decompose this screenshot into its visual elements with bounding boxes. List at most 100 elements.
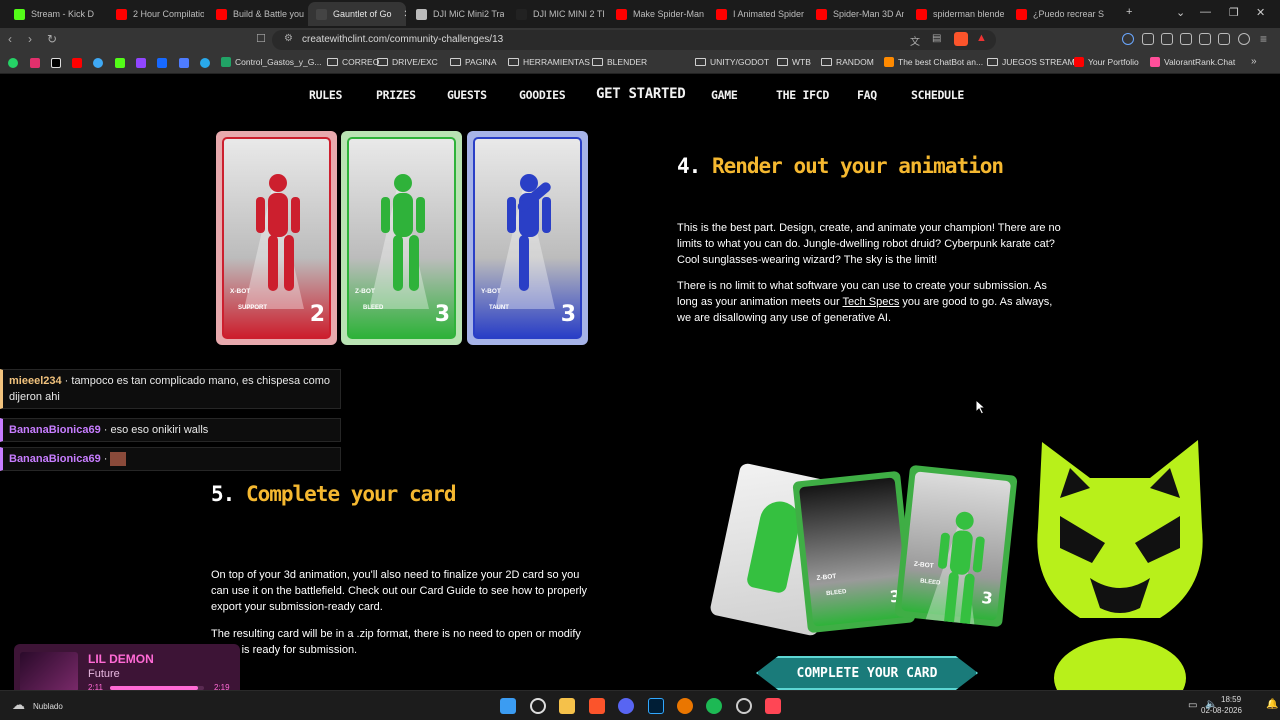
obs-icon[interactable] [736, 698, 752, 714]
forward-icon[interactable]: › [28, 32, 32, 46]
behance-icon[interactable] [157, 58, 167, 68]
section-number: 4. [677, 154, 701, 178]
vpn-icon[interactable] [1238, 33, 1250, 45]
media-icon[interactable] [1161, 33, 1173, 45]
profile-icon[interactable] [1122, 33, 1134, 45]
blender-icon[interactable] [677, 698, 693, 714]
bookmark-item[interactable]: CORREO [327, 57, 379, 67]
complete-your-card-button[interactable]: COMPLETE YOUR CARD [756, 656, 978, 690]
nav-goodies[interactable]: GOODIES [519, 88, 566, 102]
x-icon[interactable] [51, 58, 61, 68]
tab[interactable]: Spider-Man 3D An [808, 2, 904, 26]
tab[interactable]: 2 Hour Compilation [108, 2, 204, 26]
close-window-button[interactable]: ✕ [1256, 6, 1265, 19]
bookmark-item[interactable]: ValorantRank.Chat [1150, 57, 1235, 67]
maximize-button[interactable]: ❐ [1229, 6, 1239, 19]
nav-rules[interactable]: RULES [309, 88, 342, 102]
section-number: 5. [211, 482, 235, 506]
twitch-icon[interactable] [136, 58, 146, 68]
bookmark-label: PAGINA [465, 57, 497, 67]
folder-icon [987, 58, 998, 66]
tab[interactable]: I Animated Spider [708, 2, 804, 26]
youtube-icon[interactable] [72, 58, 82, 68]
weather-label[interactable]: Nublado [33, 702, 63, 711]
tab[interactable]: Gauntlet of Go ✕ [308, 2, 406, 26]
nav-prizes[interactable]: PRIZES [376, 88, 416, 102]
tab[interactable]: DJI MiC Mini2 Tran [408, 2, 504, 26]
bookmark-item[interactable]: RANDOM [821, 57, 874, 67]
cloud-icon[interactable] [93, 58, 103, 68]
wallet-icon[interactable] [1199, 33, 1211, 45]
url-text[interactable]: createwithclint.com/community-challenges… [302, 34, 503, 45]
clock-time[interactable]: 18:59 [1221, 695, 1241, 704]
bookmark-label: Your Portfolio [1088, 57, 1139, 67]
section-title: Render out your animation [711, 154, 1004, 178]
site-info-icon[interactable]: ⚙ [284, 33, 293, 44]
tab[interactable]: spiderman blender [908, 2, 1004, 26]
search-icon[interactable] [530, 698, 546, 714]
tab-search-chevron-icon[interactable]: ⌄ [1176, 6, 1185, 19]
menu-icon[interactable]: ≡ [1260, 32, 1267, 46]
nav-guests[interactable]: GUESTS [447, 88, 487, 102]
bookmark-item[interactable]: BLENDER [592, 57, 647, 67]
bookmark-label: ValorantRank.Chat [1164, 57, 1236, 67]
instagram-icon[interactable] [30, 58, 40, 68]
tab[interactable]: ¿Puedo recrear Spi [1008, 2, 1104, 26]
bookmark-item[interactable]: UNITY/GODOT [695, 57, 769, 67]
bookmark-item[interactable]: Your Portfolio [1074, 57, 1139, 67]
photoshop-icon[interactable] [648, 698, 664, 714]
tab[interactable]: Make Spider-Man I [608, 2, 704, 26]
address-bar[interactable]: ⚙ createwithclint.com/community-challeng… [272, 30, 996, 50]
valorant-icon[interactable] [765, 698, 781, 714]
brave-browser-icon[interactable] [589, 698, 605, 714]
bookmark-item[interactable]: JUEGOS STREAM [987, 57, 1075, 67]
chat-username: BananaBionica69 [9, 453, 101, 465]
tab[interactable]: Build & Battle your [208, 2, 304, 26]
tab-favicon-icon [14, 8, 25, 20]
more-bookmarks-chevron-icon[interactable]: » [1251, 56, 1257, 67]
whatsapp-icon[interactable] [8, 58, 18, 68]
leo-ai-icon[interactable] [1218, 33, 1230, 45]
clock-date[interactable]: 02-08-2026 [1201, 706, 1242, 715]
windows-start-icon[interactable] [500, 698, 516, 714]
network-icon[interactable]: ▭ [1188, 700, 1197, 711]
bookmark-item[interactable]: Control_Gastos_y_G... [221, 57, 321, 67]
tech-specs-link[interactable]: Tech Specs [843, 296, 900, 308]
translate-icon[interactable]: 文 [910, 33, 920, 48]
notification-icon[interactable]: 🔔 [1266, 699, 1278, 710]
bookmark-item[interactable]: PAGINA [450, 57, 497, 67]
minimize-button[interactable]: — [1200, 6, 1211, 18]
kick-icon[interactable] [115, 58, 125, 68]
nav-game[interactable]: GAME [711, 88, 738, 102]
brave-shield-icon[interactable] [954, 32, 968, 46]
nav-faq[interactable]: FAQ [857, 88, 877, 102]
close-tab-icon[interactable]: ✕ [404, 9, 406, 20]
weather-cloud-icon[interactable]: ☁ [12, 697, 25, 713]
bookmark-icon[interactable]: ☐ [256, 32, 266, 45]
brave-rewards-icon[interactable]: ▲ [976, 32, 987, 44]
file-explorer-icon[interactable] [559, 698, 575, 714]
tab[interactable]: DJI MIC MINI 2 TR [508, 2, 604, 26]
reader-icon[interactable]: ▤ [932, 33, 941, 44]
bookmark-item[interactable]: The best ChatBot an... [884, 57, 983, 67]
back-icon[interactable]: ‹ [8, 32, 12, 46]
link-icon[interactable] [179, 58, 189, 68]
nav-schedule[interactable]: SCHEDULE [911, 88, 964, 102]
card-cost: 3 [980, 588, 994, 609]
new-tab-button[interactable]: + [1126, 6, 1132, 18]
bookmark-item[interactable]: HERRAMIENTAS [508, 57, 590, 67]
nav-get-started[interactable]: GET STARTED [596, 86, 686, 102]
extensions-icon[interactable] [1142, 33, 1154, 45]
tab-label: Stream - Kick D [31, 9, 95, 19]
section-5-heading: 5. Complete your card [211, 482, 457, 506]
chat-message: BananaBionica69 · eso eso onikiri walls [0, 418, 341, 442]
telegram-icon[interactable] [200, 58, 210, 68]
reload-icon[interactable]: ↻ [47, 32, 57, 46]
spotify-icon[interactable] [706, 698, 722, 714]
tab[interactable]: Stream - Kick D [6, 2, 102, 26]
bookmark-item[interactable]: WTB [777, 57, 811, 67]
nav-the-ifcd[interactable]: THE IFCD [776, 88, 829, 102]
discord-icon[interactable] [618, 698, 634, 714]
bookmark-item[interactable]: DRIVE/EXC [377, 57, 438, 67]
sidebar-icon[interactable] [1180, 33, 1192, 45]
